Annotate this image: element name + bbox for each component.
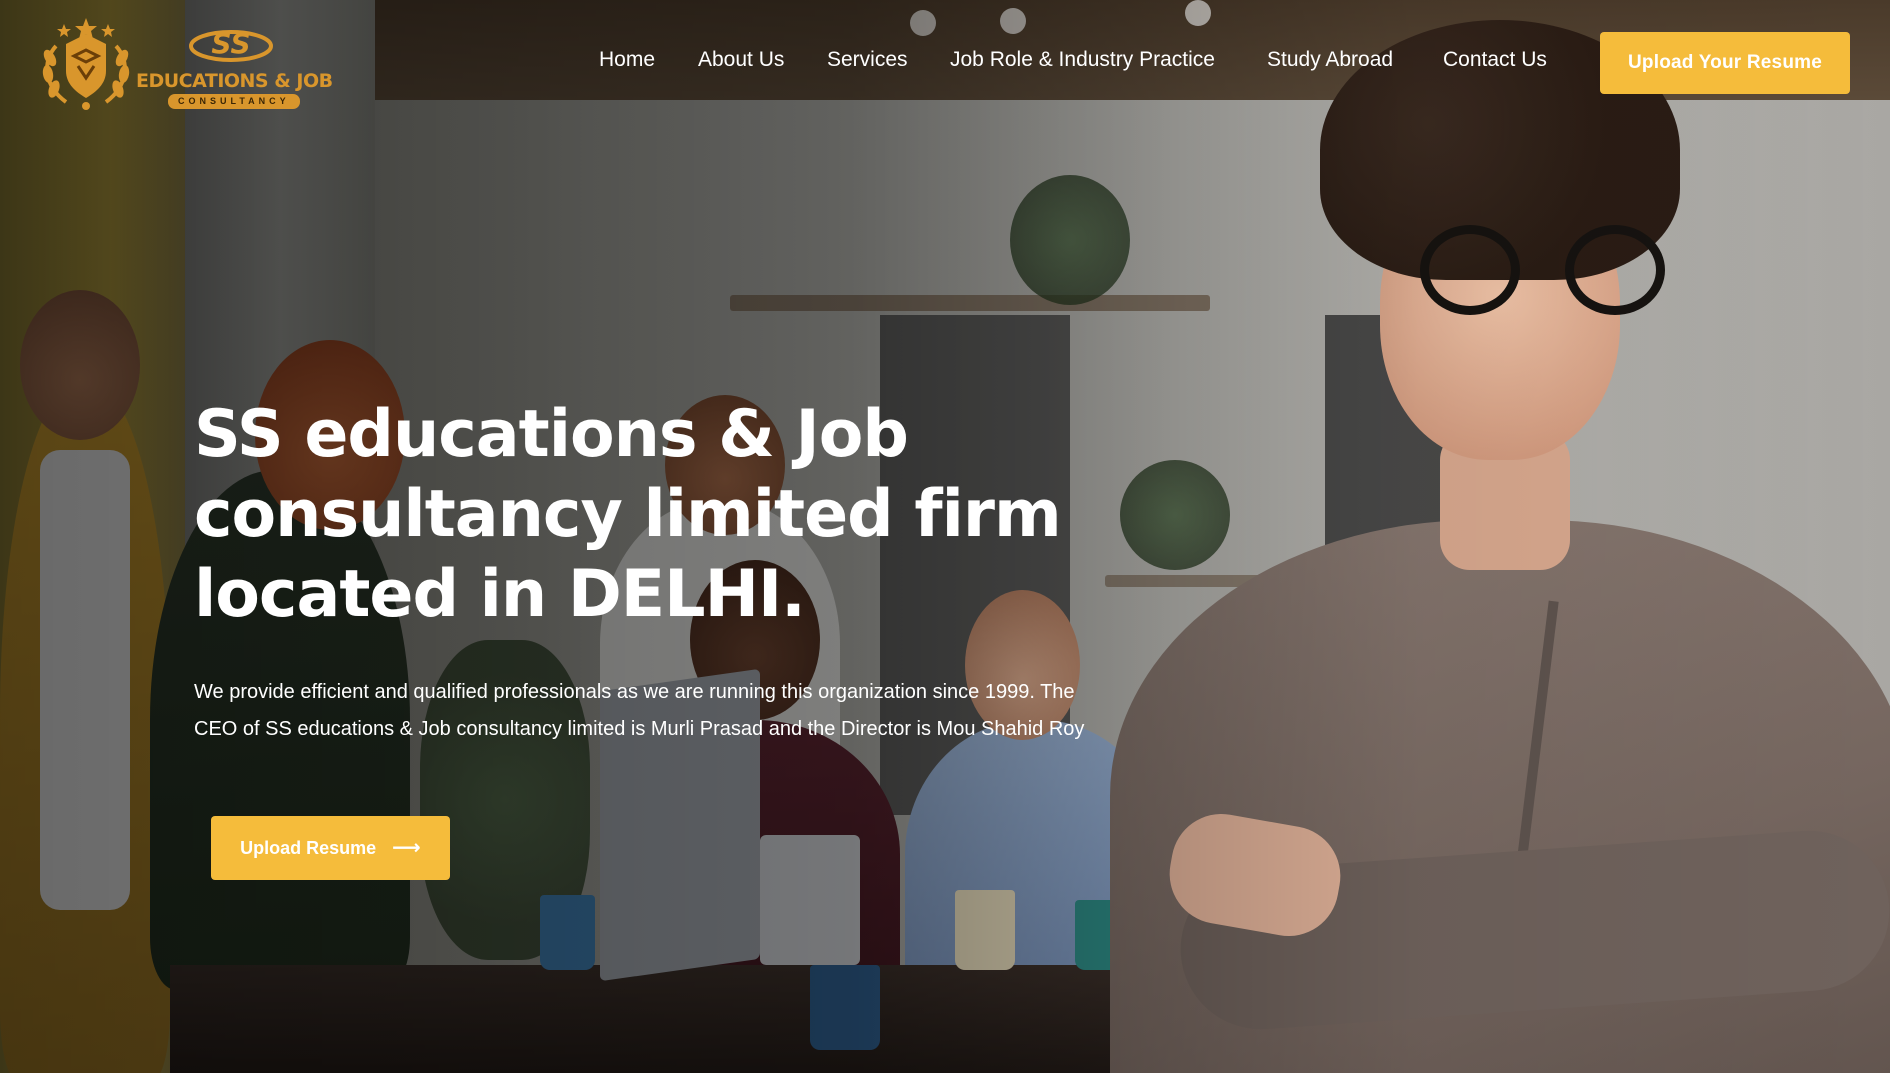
logo-title: EDUCATIONS & JOB <box>136 70 333 92</box>
laurel-shield-icon <box>42 18 130 110</box>
upload-your-resume-button[interactable]: Upload Your Resume <box>1600 32 1850 94</box>
nav-item-home[interactable]: Home <box>599 48 655 72</box>
hero-headline-line: consultancy limited firm <box>194 477 1062 552</box>
arrow-right-icon: ⟶ <box>392 837 421 859</box>
hero-description: We provide efficient and qualified profe… <box>194 681 1085 740</box>
hero-headline: SS educations & Job consultancy limited … <box>194 395 1094 635</box>
brand-logo[interactable]: SS EDUCATIONS & JOB CONSULTANCY <box>36 16 356 111</box>
hero-headline-line: SS educations & Job <box>194 397 909 472</box>
upload-resume-label: Upload Resume <box>240 837 377 858</box>
upload-resume-button[interactable]: Upload Resume ⟶ <box>211 816 450 880</box>
logo-subtitle: CONSULTANCY <box>168 94 300 109</box>
hero-headline-line: located in DELHI. <box>194 557 806 632</box>
nav-item-job-role-industry-practice[interactable]: Job Role & Industry Practice <box>950 48 1215 72</box>
nav-item-about-us[interactable]: About Us <box>698 48 784 72</box>
svg-text:SS: SS <box>211 27 250 60</box>
ss-monogram-icon: SS <box>189 27 273 62</box>
nav-item-study-abroad[interactable]: Study Abroad <box>1267 48 1393 72</box>
nav-item-services[interactable]: Services <box>827 48 908 72</box>
nav-item-contact-us[interactable]: Contact Us <box>1443 48 1547 72</box>
